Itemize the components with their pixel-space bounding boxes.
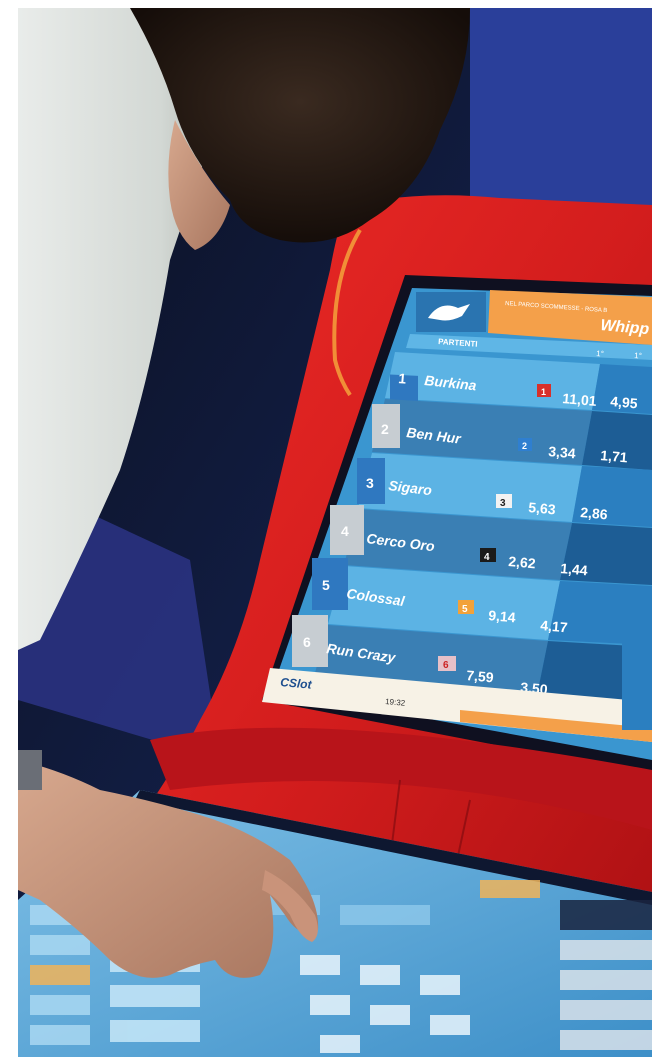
- runner-odds-win: 11,01: [562, 390, 598, 409]
- runner-odds-place: 2,86: [580, 504, 609, 522]
- col-label-1: 1°: [596, 349, 604, 359]
- runner-badge-label: 5: [462, 604, 468, 615]
- col-label-2: 1°: [634, 351, 642, 361]
- blue-wall-panel: [470, 8, 652, 210]
- runner-number: 4: [341, 523, 349, 539]
- runner-badge-label: 1: [541, 387, 546, 397]
- runner-number: 2: [381, 421, 389, 437]
- runner-odds-win: 3,34: [548, 443, 577, 461]
- runner-number: 5: [322, 577, 330, 593]
- runner-badge-label: 6: [443, 660, 449, 671]
- runner-badge-label: 4: [484, 552, 490, 563]
- footer-time: 19:32: [385, 697, 406, 708]
- runner-odds-place: 1,44: [560, 560, 589, 578]
- runner-odds-win: 9,14: [488, 607, 517, 625]
- runner-badge-label: 2: [522, 441, 527, 451]
- footer-brand: CSlot: [280, 675, 313, 692]
- runner-number-box: [312, 558, 348, 610]
- runner-odds-place: 1,71: [600, 447, 629, 465]
- runner-odds-place: 4,95: [610, 393, 639, 411]
- runner-number: 3: [366, 475, 374, 491]
- runner-badge-label: 3: [500, 498, 506, 509]
- runner-odds-win: 5,63: [528, 499, 557, 517]
- runner-odds-place: 4,17: [540, 617, 569, 635]
- wristwatch: [18, 750, 42, 790]
- runner-number: 1: [398, 370, 407, 387]
- greyhound-logo: [416, 292, 486, 332]
- runner-number: 6: [303, 634, 311, 650]
- photo-scene: NEL PARCO SCOMMESSE - ROSA B Whipp PARTE…: [18, 8, 652, 1057]
- runner-odds-win: 7,59: [466, 667, 495, 685]
- runner-odds-win: 2,62: [508, 553, 537, 571]
- side-scroll-panel[interactable]: [622, 640, 652, 730]
